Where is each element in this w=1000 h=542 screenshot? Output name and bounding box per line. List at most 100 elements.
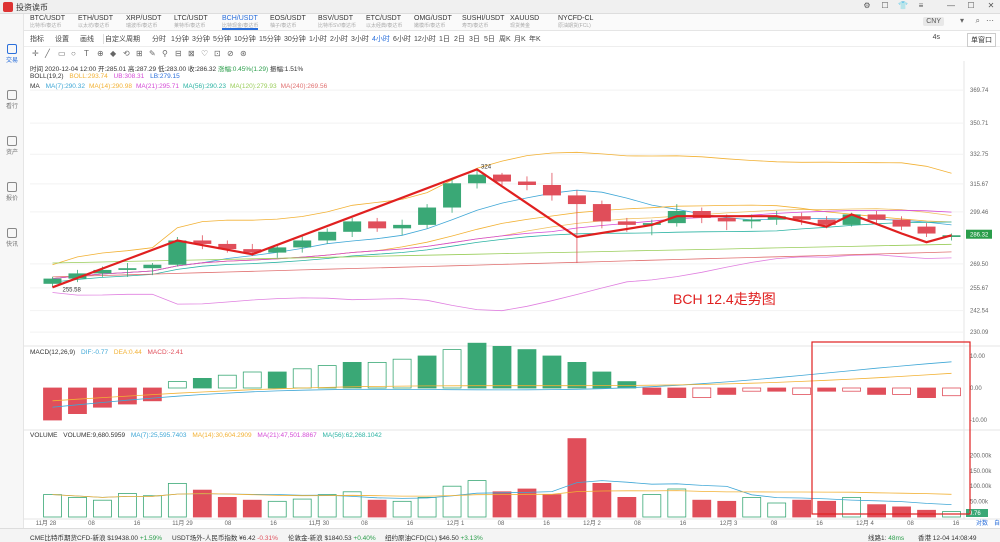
toolbar-item[interactable]: 设置 xyxy=(55,34,69,44)
tab-symbol[interactable]: BSV/USDT 比特币SV/泰达币 xyxy=(318,15,356,30)
clock-readout: 香港 12-04 14:08:49 xyxy=(918,535,977,542)
tab-symbol-sub: 原油期货(FCL) xyxy=(558,23,591,29)
draw-tool-icon[interactable]: ⊡ xyxy=(214,49,221,58)
toolbar-item[interactable]: 画线 xyxy=(80,34,94,44)
search-icon[interactable]: ⌕ xyxy=(976,16,980,26)
nav-item-3[interactable]: 报价 xyxy=(0,182,24,202)
candle-body xyxy=(418,207,437,225)
draw-tools: ✛ ╱ ▭ ○ T ⊕ ◆ ⟲ ⊞ ✎ ⚲ ⊟ ⊠ ♡ ⊡ ⊘ ⊛ xyxy=(24,47,1000,61)
toolbar-item[interactable]: 3小时 xyxy=(351,34,369,44)
toolbar-item[interactable]: 1分钟 xyxy=(171,34,189,44)
tab-symbol[interactable]: OMG/USDT 嫩模币/泰达币 xyxy=(414,15,452,30)
toolbar-item[interactable]: 15分钟 xyxy=(259,34,281,44)
price-tick-label: 255.67 xyxy=(970,286,989,292)
nav-item-1[interactable]: 看行 xyxy=(0,90,24,110)
toolbar-item[interactable]: 3日 xyxy=(469,34,480,44)
tab-symbol[interactable]: ETH/USDT 以太坊/泰达币 xyxy=(78,15,113,30)
toolbar-item[interactable]: 6小时 xyxy=(393,34,411,44)
candle-body xyxy=(318,231,337,241)
chevron-down-icon[interactable]: ▾ xyxy=(960,16,964,25)
draw-tool-icon[interactable]: ⊛ xyxy=(240,49,247,58)
draw-tool-icon[interactable]: ⊕ xyxy=(97,49,104,58)
nav-item-0[interactable]: 交易 xyxy=(0,44,24,64)
ma-value: MA(14):290.98 xyxy=(88,83,132,90)
draw-tool-icon[interactable]: T xyxy=(84,49,89,58)
toolbar-item[interactable]: 2小时 xyxy=(330,34,348,44)
notification-icon[interactable]: ☐ xyxy=(878,1,892,13)
minimize-button[interactable]: — xyxy=(944,1,958,13)
close-button[interactable]: ✕ xyxy=(984,1,998,13)
tab-symbol[interactable]: BCH/USDT 比特现金/泰达币 xyxy=(222,15,259,30)
toolbar-item[interactable]: 5分钟 xyxy=(213,34,231,44)
draw-tool-icon[interactable]: ▭ xyxy=(58,49,66,58)
time-tick-label: 08 xyxy=(498,521,505,527)
toolbar-item[interactable]: 3分钟 xyxy=(192,34,210,44)
macd-dif: DIF:-0.77 xyxy=(80,349,109,356)
toolbar-item[interactable]: 年K xyxy=(529,34,541,44)
quote-icon xyxy=(7,182,17,192)
ticker-usdt-cny[interactable]: USDT场外-人民币指数 ¥6.42 -0.31% xyxy=(172,532,278,542)
tab-symbol[interactable]: LTC/USDT 莱特币/泰达币 xyxy=(174,15,208,30)
toolbar-item[interactable]: 自定义周期 xyxy=(105,34,140,44)
toolbar-item[interactable]: 12小时 xyxy=(414,34,436,44)
single-window-button[interactable]: 单窗口 xyxy=(967,33,996,47)
toolbar-item[interactable]: 4小时 xyxy=(372,34,390,44)
draw-tool-icon[interactable]: ⟲ xyxy=(123,49,130,58)
draw-tool-icon[interactable]: ♡ xyxy=(201,49,208,58)
toolbar-item[interactable]: 1小时 xyxy=(309,34,327,44)
nav-item-4[interactable]: 快讯 xyxy=(0,228,24,248)
toolbar-item[interactable]: 5日 xyxy=(484,34,495,44)
tab-symbol-label: NYCFD-CL xyxy=(558,15,594,22)
tab-symbol[interactable]: XAUUSD 现货黄金 xyxy=(510,15,539,30)
price-tick-label: 242.54 xyxy=(970,309,989,315)
tab-symbol[interactable]: SUSHI/USDT 寿司/泰达币 xyxy=(462,15,504,30)
tab-symbol[interactable]: ETC/USDT 以太经典/泰达币 xyxy=(366,15,402,30)
draw-tool-icon[interactable]: ✎ xyxy=(149,49,156,58)
tab-symbol[interactable]: NYCFD-CL 原油期货(FCL) xyxy=(558,15,593,30)
toolbar-item[interactable]: 30分钟 xyxy=(284,34,306,44)
candle-body xyxy=(617,221,636,225)
draw-tool-icon[interactable]: ✛ xyxy=(32,49,39,58)
boll-ub: UB:308.31 xyxy=(113,73,145,80)
draw-tool-icon[interactable]: ⚲ xyxy=(162,49,168,58)
auto-scale-toggle[interactable]: 自动 xyxy=(994,519,1000,527)
ticker-gold[interactable]: 伦敦金-新浪 $1840.53 +0.40% xyxy=(288,532,376,542)
draw-tool-icon[interactable]: ⊘ xyxy=(227,49,234,58)
more-icon[interactable]: ⋯ xyxy=(986,16,994,25)
candle-body xyxy=(742,219,761,222)
candle-body xyxy=(867,214,886,220)
tab-symbol[interactable]: EOS/USDT 柚子/泰达币 xyxy=(270,15,306,30)
draw-tool-icon[interactable]: ⊞ xyxy=(136,49,143,58)
ticker-oil[interactable]: 纽约原油CFD(CL) $46.50 +3.13% xyxy=(385,532,483,542)
draw-tool-icon[interactable]: ○ xyxy=(71,49,76,58)
draw-tool-icon[interactable]: ╱ xyxy=(45,49,50,58)
nav-item-2[interactable]: 资产 xyxy=(0,136,24,156)
volume-bar xyxy=(667,488,687,518)
ticker-cme-btc[interactable]: CME比特币期货CFD-新浪 $19438.00 +1.59% xyxy=(30,532,162,542)
tab-symbol[interactable]: BTC/USDT 比特币/泰达币 xyxy=(30,15,65,30)
candle-body xyxy=(143,264,162,269)
account-currency[interactable]: CNY xyxy=(923,17,944,26)
draw-tool-icon[interactable]: ◆ xyxy=(110,49,116,58)
draw-tool-icon[interactable]: ⊟ xyxy=(175,49,182,58)
volume-bar xyxy=(267,500,287,518)
menu-icon[interactable]: ≡ xyxy=(914,1,928,13)
candle-body xyxy=(118,268,137,270)
log-scale-toggle[interactable]: 对数 xyxy=(976,519,988,527)
draw-tool-icon[interactable]: ⊠ xyxy=(188,49,195,58)
volume-bar xyxy=(642,494,662,518)
toolbar-item[interactable]: 分时 xyxy=(152,34,166,44)
volume-ma21: MA(21):47,501.8867 xyxy=(257,432,317,439)
gear-icon[interactable]: ⚙ xyxy=(860,1,874,13)
tab-symbol-label: XRP/USDT xyxy=(126,15,162,22)
toolbar-item[interactable]: 指标 xyxy=(30,34,44,44)
toolbar-item[interactable]: 月K xyxy=(514,34,526,44)
toolbar-item[interactable]: 10分钟 xyxy=(234,34,256,44)
maximize-button[interactable]: ☐ xyxy=(964,1,978,13)
toolbar-item[interactable]: 2日 xyxy=(454,34,465,44)
toolbar-item[interactable]: 1日 xyxy=(439,34,450,44)
toolbar-item[interactable]: 周K xyxy=(499,34,511,44)
chart-area[interactable]: 369.74 350.71 332.75 315.67 299.46 286.32 269.… xyxy=(24,61,1000,528)
tab-symbol[interactable]: XRP/USDT 瑞波币/泰达币 xyxy=(126,15,161,30)
shirt-icon[interactable]: 👕 xyxy=(896,1,910,13)
